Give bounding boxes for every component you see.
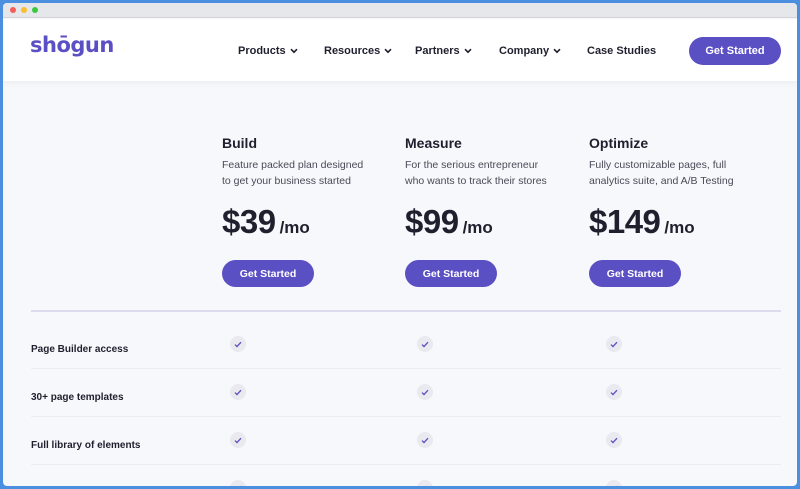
nav-case-studies-label: Case Studies — [587, 45, 657, 57]
feature-row: Page Builder access — [31, 321, 781, 369]
plan-price: $39 — [222, 203, 276, 240]
plan-optimize: Optimize Fully customizable pages, full … — [589, 135, 759, 287]
check-icon — [606, 480, 622, 486]
shogun-logo[interactable]: shōgun — [30, 33, 114, 57]
chevron-down-icon — [290, 48, 298, 54]
nav-products-label: Products — [238, 45, 286, 57]
maximize-window-button[interactable] — [32, 7, 38, 13]
nav-resources[interactable]: Resources — [324, 45, 392, 57]
feature-label: Full library of elements — [31, 440, 141, 451]
plan-description-line: to get your business started — [222, 175, 351, 187]
check-icon — [417, 432, 433, 448]
nav-resources-label: Resources — [324, 45, 381, 57]
plan-period: /mo — [279, 218, 310, 237]
feature-label: Page Builder access — [31, 344, 129, 355]
plan-get-started-button[interactable]: Get Started — [589, 260, 681, 287]
check-icon — [230, 432, 246, 448]
minimize-window-button[interactable] — [21, 7, 27, 13]
plan-name: Optimize — [589, 135, 649, 151]
window-titlebar — [3, 3, 797, 18]
plan-period: /mo — [462, 218, 493, 237]
chevron-down-icon — [464, 48, 472, 54]
nav-company-label: Company — [499, 45, 550, 57]
plan-price-row: $99 /mo — [405, 203, 493, 241]
plan-price-row: $149 /mo — [589, 203, 695, 241]
plan-name: Measure — [405, 135, 462, 151]
nav-case-studies[interactable]: Case Studies — [587, 45, 656, 57]
plan-description: Feature packed plan designed to get your… — [222, 157, 392, 189]
feature-label: 30+ page templates — [31, 392, 124, 403]
check-icon — [230, 480, 246, 486]
plan-description-line: For the serious entrepreneur — [405, 159, 539, 171]
check-icon — [417, 384, 433, 400]
plan-price: $99 — [405, 203, 459, 240]
plan-description-line: Fully customizable pages, full — [589, 159, 727, 171]
plan-name: Build — [222, 135, 257, 151]
check-icon — [606, 384, 622, 400]
plan-period: /mo — [664, 218, 695, 237]
check-icon — [230, 336, 246, 352]
check-icon — [606, 432, 622, 448]
plan-description-line: who wants to track their stores — [405, 175, 547, 187]
nav-partners-label: Partners — [415, 45, 460, 57]
plan-description: For the serious entrepreneur who wants t… — [405, 157, 575, 189]
check-icon — [417, 336, 433, 352]
nav-get-started-button[interactable]: Get Started — [689, 37, 781, 65]
site-navbar: shōgun Products Resources Partners Compa… — [3, 19, 797, 81]
chevron-down-icon — [384, 48, 392, 54]
check-icon — [230, 384, 246, 400]
plan-description: Fully customizable pages, full analytics… — [589, 157, 759, 189]
check-icon — [606, 336, 622, 352]
feature-row: Full library of elements — [31, 417, 781, 465]
plan-get-started-button[interactable]: Get Started — [222, 260, 314, 287]
chevron-down-icon — [553, 48, 561, 54]
plan-build: Build Feature packed plan designed to ge… — [222, 135, 392, 287]
plan-description-line: analytics suite, and A/B Testing — [589, 175, 734, 187]
plan-price: $149 — [589, 203, 661, 240]
plan-get-started-button[interactable]: Get Started — [405, 260, 497, 287]
close-window-button[interactable] — [10, 7, 16, 13]
nav-partners[interactable]: Partners — [415, 45, 472, 57]
feature-row: 30+ page templates — [31, 369, 781, 417]
plan-measure: Measure For the serious entrepreneur who… — [405, 135, 575, 287]
feature-row — [31, 465, 781, 486]
plan-description-line: Feature packed plan designed — [222, 159, 364, 171]
check-icon — [417, 480, 433, 486]
nav-company[interactable]: Company — [499, 45, 561, 57]
browser-window: shōgun Products Resources Partners Compa… — [3, 3, 797, 486]
nav-products[interactable]: Products — [238, 45, 298, 57]
section-divider — [31, 310, 781, 312]
plan-price-row: $39 /mo — [222, 203, 310, 241]
